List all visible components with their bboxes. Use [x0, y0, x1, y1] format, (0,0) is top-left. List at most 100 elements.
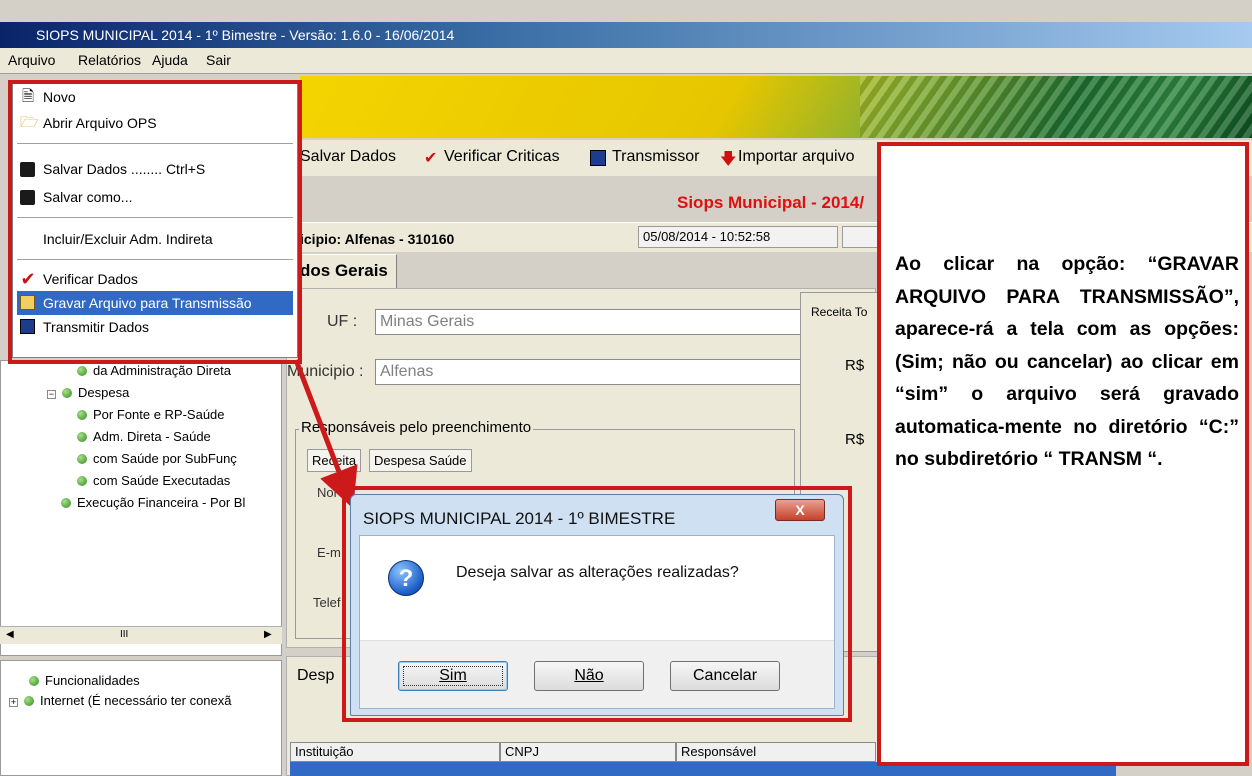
- tree-item[interactable]: da Administração Direta: [77, 363, 231, 378]
- collapse-icon[interactable]: −: [47, 390, 56, 399]
- municipio-select-value: Alfenas: [380, 363, 434, 380]
- uf-select[interactable]: Minas Gerais ▼: [375, 309, 819, 335]
- menu-item-label: Salvar como...: [43, 189, 133, 205]
- tree-item[interactable]: + Internet (É necessário ter conexã: [9, 693, 232, 708]
- dialog-message: Deseja salvar as alterações realizadas?: [456, 564, 739, 581]
- municipio-info: icipio: Alfenas - 310160: [300, 231, 455, 247]
- municipio-label: Municipio :: [287, 363, 364, 380]
- column-header-label: Instituição: [295, 744, 354, 759]
- tree-item-label: Execução Financeira - Por Bl: [77, 495, 246, 510]
- column-header-label: CNPJ: [505, 744, 539, 759]
- tree-item[interactable]: − Despesa: [47, 385, 129, 400]
- tree-node-icon: [77, 454, 87, 464]
- close-button[interactable]: X: [775, 499, 825, 521]
- menu-separator: [17, 259, 293, 261]
- tree-item[interactable]: Execução Financeira - Por Bl: [61, 495, 245, 510]
- column-header-cnpj[interactable]: CNPJ: [500, 742, 676, 762]
- tree-item-label: Adm. Direta - Saúde: [93, 429, 211, 444]
- tree-item-label: da Administração Direta: [93, 363, 232, 378]
- menu-separator: [17, 143, 293, 145]
- municipio-select[interactable]: Alfenas ▼: [375, 359, 819, 385]
- tree-node-icon: [24, 696, 34, 706]
- menu-relatorios[interactable]: Relatórios: [74, 51, 145, 69]
- callout-text: Ao clicar na opção: “GRAVAR ARQUIVO PARA…: [895, 253, 1239, 470]
- save-dialog: SIOPS MUNICIPAL 2014 - 1º BIMESTRE X ? D…: [350, 494, 844, 716]
- telefone-label: Telef: [313, 595, 341, 610]
- annotation-callout: Ao clicar na opção: “GRAVAR ARQUIVO PARA…: [877, 142, 1249, 766]
- module-title: Siops Municipal - 2014/: [677, 193, 865, 212]
- menu-item-novo[interactable]: 🗎 Novo: [17, 85, 293, 109]
- scroll-left-icon[interactable]: ◀: [6, 629, 14, 640]
- column-header-label: Responsável: [681, 744, 757, 759]
- toolbar-transmitter-button[interactable]: Transmissor: [612, 148, 699, 166]
- receita-total-label: Receita To: [811, 305, 868, 319]
- column-header-responsavel[interactable]: Responsável: [676, 742, 876, 762]
- menu-separator: [17, 217, 293, 219]
- menu-item-salvar-como[interactable]: Salvar como...: [17, 185, 293, 209]
- tree-horizontal-scrollbar[interactable]: ◀ III ▶: [0, 626, 282, 644]
- menu-item-abrir-arquivo[interactable]: 🗁 Abrir Arquivo OPS: [17, 111, 293, 135]
- menu-ajuda[interactable]: Ajuda: [148, 51, 192, 69]
- toolbar-save-button[interactable]: Salvar Dados: [300, 148, 396, 166]
- scroll-right-icon[interactable]: ▶: [264, 629, 272, 640]
- cancelar-button[interactable]: Cancelar: [670, 661, 780, 691]
- menu-item-gravar-arquivo[interactable]: Gravar Arquivo para Transmissão: [17, 291, 293, 315]
- tree-node-icon: [62, 388, 72, 398]
- menu-item-transmitir-dados[interactable]: Transmitir Dados: [17, 315, 293, 339]
- tree-node-icon: [77, 410, 87, 420]
- tree-item-label: Despesa: [78, 385, 130, 400]
- tree-item-label: Internet (É necessário ter conexã: [40, 693, 232, 708]
- menu-bar: Arquivo Relatórios Ajuda Sair: [0, 48, 1252, 74]
- datetime-value: 05/08/2014 - 10:52:58: [643, 229, 771, 244]
- tree-item[interactable]: com Saúde Executadas: [77, 473, 230, 488]
- tree-item-label: com Saúde Executadas: [93, 473, 231, 488]
- nao-button[interactable]: Não: [534, 661, 644, 691]
- currency-label-2: R$: [845, 431, 865, 448]
- currency-label-1: R$: [845, 357, 865, 374]
- scroll-thumb-grip[interactable]: III: [120, 629, 128, 640]
- red-check-icon: ✔: [424, 150, 438, 167]
- menu-item-label: Verificar Dados: [43, 271, 138, 287]
- title-bar: SIOPS MUNICIPAL 2014 - 1º Bimestre - Ver…: [0, 22, 1252, 48]
- uf-select-value: Minas Gerais: [380, 313, 475, 330]
- new-document-icon: 🗎: [21, 88, 35, 105]
- open-folder-icon: 🗁: [20, 114, 39, 131]
- toolbar-import-button[interactable]: Importar arquivo: [738, 148, 855, 166]
- file-menu-dropdown: 🗎 Novo 🗁 Abrir Arquivo OPS Salvar Dados …: [12, 82, 298, 358]
- column-header-instituicao[interactable]: Instituição: [290, 742, 500, 762]
- close-icon: X: [795, 502, 805, 518]
- menu-item-label: Incluir/Excluir Adm. Indireta: [43, 231, 213, 247]
- dialog-footer: Sim Não Cancelar: [360, 640, 834, 708]
- menu-item-label: Gravar Arquivo para Transmissão: [43, 295, 252, 311]
- tab-dados-gerais[interactable]: dos Gerais: [300, 254, 397, 288]
- sim-button[interactable]: Sim: [398, 661, 508, 691]
- expand-icon[interactable]: +: [9, 698, 18, 707]
- toolbar-verify-button[interactable]: Verificar Criticas: [444, 148, 560, 166]
- menu-item-incluir-excluir[interactable]: Incluir/Excluir Adm. Indireta: [17, 227, 293, 251]
- red-check-icon: ✔: [20, 269, 36, 289]
- nao-button-label: Não: [574, 667, 604, 684]
- tree-item-label: Funcionalidades: [45, 673, 140, 688]
- tab-receita[interactable]: Receita: [307, 449, 362, 472]
- floppy-disk-icon: [20, 190, 35, 205]
- tree-item[interactable]: Por Fonte e RP-Saúde: [77, 407, 225, 422]
- menu-item-salvar-dados[interactable]: Salvar Dados ........ Ctrl+S: [17, 157, 293, 181]
- focus-ring: [403, 666, 503, 686]
- tree-item-label: com Saúde por SubFunç: [93, 451, 237, 466]
- datetime-box: 05/08/2014 - 10:52:58: [638, 226, 838, 248]
- tree-item[interactable]: Funcionalidades: [29, 673, 140, 688]
- menu-arquivo[interactable]: Arquivo: [4, 51, 59, 69]
- cancelar-button-label: Cancelar: [692, 667, 758, 684]
- tree-item[interactable]: com Saúde por SubFunç: [77, 451, 237, 466]
- tree-node-icon: [77, 476, 87, 486]
- tab-despesa-saude[interactable]: Despesa Saúde: [369, 449, 472, 472]
- tree-item[interactable]: Adm. Direta - Saúde: [77, 429, 211, 444]
- menu-sair[interactable]: Sair: [202, 51, 235, 69]
- menu-item-label: Abrir Arquivo OPS: [43, 115, 157, 131]
- transmit-icon: [20, 319, 35, 334]
- menu-item-verificar-dados[interactable]: ✔ Verificar Dados: [17, 267, 293, 291]
- dialog-title: SIOPS MUNICIPAL 2014 - 1º BIMESTRE: [363, 509, 676, 528]
- tree-node-icon: [29, 676, 39, 686]
- despesa-panel-label: Desp: [297, 667, 335, 684]
- import-arrow-icon: 🡇: [720, 151, 737, 168]
